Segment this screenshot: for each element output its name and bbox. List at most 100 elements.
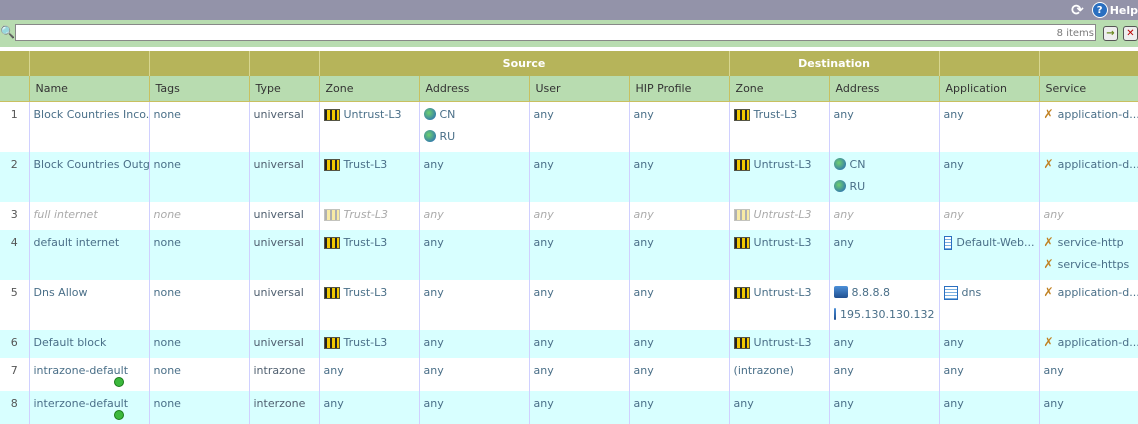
column-header-zone[interactable]: Zone bbox=[728, 76, 830, 102]
cell-entry: Trust-L3 bbox=[733, 108, 825, 130]
entry-text: any bbox=[1043, 208, 1064, 221]
destination-zone: Untrust-L3 bbox=[728, 280, 830, 330]
cell-entry: RU bbox=[423, 130, 525, 152]
entry-text: any bbox=[423, 236, 444, 249]
column-header-address[interactable]: Address bbox=[418, 76, 529, 102]
zone-icon bbox=[323, 209, 340, 221]
region-icon bbox=[423, 108, 436, 120]
cell-entry: any bbox=[1044, 208, 1137, 230]
source-user: any bbox=[528, 280, 629, 330]
entry-text: any bbox=[943, 158, 964, 171]
table-row[interactable]: 6 Default block none universal Trust-L3 any an… bbox=[0, 330, 1138, 358]
entry-text: Trust-L3 bbox=[343, 158, 388, 171]
cell-entry: any bbox=[424, 208, 525, 230]
source-address: any bbox=[418, 230, 529, 280]
rule-name[interactable]: intrazone-default bbox=[28, 358, 149, 391]
entry-text: Untrust-L3 bbox=[753, 208, 812, 221]
cell-entry: any bbox=[1044, 364, 1137, 386]
column-header-name[interactable]: Name bbox=[28, 76, 149, 102]
entry-text: any bbox=[423, 336, 444, 349]
rule-type: interzone bbox=[248, 391, 319, 424]
entry-text: Untrust-L3 bbox=[343, 108, 402, 121]
rule-name[interactable]: Block Countries Outg... bbox=[28, 152, 149, 202]
entry-text: any bbox=[423, 364, 444, 377]
rule-type: universal bbox=[248, 230, 319, 280]
column-header-address[interactable]: Address bbox=[828, 76, 940, 102]
rule-name[interactable]: Dns Allow bbox=[28, 280, 149, 330]
table-row[interactable]: 5 Dns Allow none universal Trust-L3 any any any… bbox=[0, 280, 1138, 330]
cell-entry: any bbox=[424, 364, 525, 386]
application-icon bbox=[943, 236, 953, 250]
rule-name[interactable]: Default block bbox=[28, 330, 149, 358]
rule-type: universal bbox=[248, 202, 319, 230]
destination-address: any bbox=[828, 230, 940, 280]
clear-filter-button[interactable]: ✕ bbox=[1123, 26, 1138, 41]
rule-name[interactable]: interzone-default bbox=[28, 391, 149, 424]
source-address: any bbox=[418, 391, 529, 424]
rule-name[interactable]: default internet bbox=[28, 230, 149, 280]
column-header-application[interactable]: Application bbox=[938, 76, 1040, 102]
entry-text: CN bbox=[849, 158, 866, 171]
table-row[interactable]: 1 Block Countries Inco... none universal Unt… bbox=[0, 101, 1138, 152]
source-user: any bbox=[528, 152, 629, 202]
zone-icon bbox=[323, 109, 340, 121]
destination-zone: Untrust-L3 bbox=[728, 230, 830, 280]
application: any bbox=[938, 330, 1040, 358]
destination-zone: Untrust-L3 bbox=[728, 330, 830, 358]
entry-text: any bbox=[943, 364, 964, 377]
column-header-service[interactable]: Service bbox=[1038, 76, 1138, 102]
cell-entry: (intrazone) bbox=[734, 364, 825, 386]
filter-input[interactable] bbox=[15, 24, 1096, 41]
apply-filter-button[interactable]: → bbox=[1103, 26, 1118, 41]
zone-icon bbox=[733, 159, 750, 171]
column-header-tags[interactable]: Tags bbox=[148, 76, 249, 102]
source-user: any bbox=[528, 391, 629, 424]
zone-icon bbox=[733, 109, 750, 121]
help-icon: ? bbox=[1091, 2, 1108, 18]
column-header-user[interactable]: User bbox=[528, 76, 629, 102]
refresh-icon[interactable]: ⟳ bbox=[1071, 1, 1084, 19]
rule-number: 8 bbox=[0, 391, 29, 424]
entry-text: Trust-L3 bbox=[753, 108, 798, 121]
zone-icon bbox=[323, 237, 340, 249]
source-address: any bbox=[418, 202, 529, 230]
entry-text: CN bbox=[439, 108, 456, 121]
rule-name[interactable]: Block Countries Inco... bbox=[28, 101, 149, 152]
entry-text: any bbox=[943, 397, 964, 410]
cell-entry: Untrust-L3 bbox=[323, 108, 415, 130]
zone-icon bbox=[733, 287, 750, 299]
cell-entry: any bbox=[734, 397, 825, 419]
cell-entry: Trust-L3 bbox=[323, 158, 415, 180]
source-user: any bbox=[528, 330, 629, 358]
cell-entry: ✗ application-d... bbox=[1044, 158, 1138, 180]
table-row[interactable]: 2 Block Countries Outg... none universal Tru… bbox=[0, 152, 1138, 202]
table-row[interactable]: 3 full internet none universal Trust-L3 any an… bbox=[0, 202, 1138, 230]
table-row[interactable]: 7 intrazone-default none intrazone any any any… bbox=[0, 358, 1138, 391]
help-button[interactable]: ? Help bbox=[1091, 2, 1138, 18]
cell-entry: CN bbox=[833, 158, 935, 180]
rule-type: universal bbox=[248, 330, 319, 358]
source-address: any bbox=[418, 280, 529, 330]
rule-number: 7 bbox=[10, 364, 18, 377]
source-zone: Trust-L3 bbox=[318, 280, 419, 330]
entry-text: Untrust-L3 bbox=[753, 286, 812, 299]
destination-zone: Trust-L3 bbox=[728, 101, 830, 152]
table-row[interactable]: 4 default internet none universal Trust-L3 an… bbox=[0, 230, 1138, 280]
destination-zone: any bbox=[728, 391, 830, 424]
default-rule-icon bbox=[113, 410, 124, 420]
rule-name[interactable]: full internet bbox=[28, 202, 149, 230]
destination-address: any bbox=[828, 330, 940, 358]
rule-number: 2 bbox=[0, 152, 29, 202]
cell-entry: Untrust-L3 bbox=[733, 208, 825, 230]
entry-text: any bbox=[323, 364, 344, 377]
entry-text: any bbox=[833, 108, 854, 121]
cell-entry: any bbox=[834, 364, 935, 386]
application: Default-Web... bbox=[938, 230, 1040, 280]
column-header-zone[interactable]: Zone bbox=[318, 76, 419, 102]
column-header-type[interactable]: Type bbox=[248, 76, 319, 102]
table-row[interactable]: 8 interzone-default none interzone any any any… bbox=[0, 391, 1138, 424]
entry-text: RU bbox=[849, 180, 866, 193]
column-header-hip-profile[interactable]: HIP Profile bbox=[628, 76, 730, 102]
cell-entry: any bbox=[834, 208, 935, 230]
security-rules-table: Source Destination Name Tags Type Zone Addre… bbox=[0, 51, 1138, 424]
